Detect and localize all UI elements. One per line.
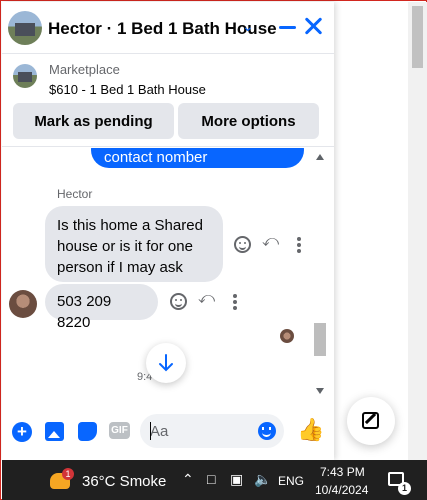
more-actions-icon[interactable]	[297, 243, 301, 247]
page-scrollbar[interactable]	[408, 2, 427, 460]
react-emoji-icon[interactable]	[170, 293, 187, 310]
weather-widget[interactable]: 36°C Smoke	[82, 473, 166, 490]
listing-thumbnail[interactable]	[13, 64, 37, 88]
input-language[interactable]: ENG	[278, 474, 304, 488]
message-scrollbar-thumb[interactable]	[314, 323, 326, 356]
more-actions-icon[interactable]	[233, 300, 237, 304]
text-caret	[150, 422, 151, 440]
gif-icon[interactable]: GIF	[109, 422, 130, 439]
listing-avatar[interactable]	[8, 11, 42, 45]
chat-header[interactable]: Hector · 1 Bed 1 Bath House ⌄	[2, 2, 334, 54]
message-scrollbar[interactable]	[314, 148, 326, 402]
thumbs-up-icon[interactable]: 👍	[297, 418, 324, 442]
arrow-down-icon	[159, 354, 173, 372]
react-emoji-icon[interactable]	[234, 236, 251, 253]
phone-link-icon[interactable]: □	[207, 471, 215, 487]
compose-icon	[362, 412, 379, 429]
reply-icon[interactable]: ⤺	[262, 233, 279, 251]
mark-as-pending-button[interactable]: Mark as pending	[13, 103, 174, 139]
message-list[interactable]: contact nomber Hector Is this home a Sha…	[2, 148, 334, 402]
outgoing-message[interactable]: contact nomber	[91, 148, 304, 168]
show-hidden-icons-chevron-icon[interactable]: ⌃	[182, 471, 194, 488]
network-icon[interactable]: ▣	[230, 471, 243, 488]
listing-source-label: Marketplace	[49, 62, 120, 77]
scroll-down-arrow-icon[interactable]	[316, 388, 324, 394]
taskbar: 1 36°C Smoke ⌃ □ ▣ 🔈 ENG 7:43 PM 10/4/20…	[2, 460, 427, 500]
notifications-badge: 1	[398, 482, 411, 495]
minimize-icon[interactable]	[279, 26, 296, 29]
chevron-down-icon[interactable]: ⌄	[242, 18, 254, 35]
message-input[interactable]	[150, 420, 250, 442]
incoming-message[interactable]: Is this home a Shared house or is it for…	[45, 206, 223, 282]
sender-name: Hector	[57, 187, 93, 201]
volume-icon[interactable]: 🔈	[254, 471, 271, 488]
listing-price-title[interactable]: $610 - 1 Bed 1 Bath House	[49, 82, 206, 97]
chat-window: Hector · 1 Bed 1 Bath House ⌄ Marketplac…	[2, 2, 334, 460]
reply-icon[interactable]: ⤺	[198, 290, 215, 308]
sender-avatar[interactable]	[9, 290, 37, 318]
marketplace-listing-panel: Marketplace $610 - 1 Bed 1 Bath House Ma…	[2, 55, 334, 147]
composer-bar: + GIF 👍	[2, 402, 334, 460]
sticker-icon[interactable]	[78, 422, 97, 441]
new-message-button[interactable]	[347, 397, 395, 445]
close-icon[interactable]	[302, 15, 324, 37]
screen-frame: Hector · 1 Bed 1 Bath House ⌄ Marketplac…	[0, 0, 427, 500]
weather-badge: 1	[62, 468, 74, 480]
photo-icon[interactable]	[45, 422, 64, 441]
page-scrollbar-thumb[interactable]	[412, 6, 423, 68]
clock-date[interactable]: 10/4/2024	[315, 483, 368, 497]
plus-icon[interactable]: +	[12, 422, 32, 442]
scroll-to-bottom-button[interactable]	[146, 343, 186, 383]
incoming-message[interactable]: 503 209 8220	[45, 284, 158, 331]
clock-time[interactable]: 7:43 PM	[320, 465, 365, 479]
more-options-button[interactable]: More options	[178, 103, 319, 139]
seen-receipt-avatar	[280, 329, 294, 343]
message-input-box[interactable]	[140, 414, 284, 448]
scroll-up-arrow-icon[interactable]	[316, 154, 324, 160]
emoji-icon[interactable]	[258, 422, 276, 440]
